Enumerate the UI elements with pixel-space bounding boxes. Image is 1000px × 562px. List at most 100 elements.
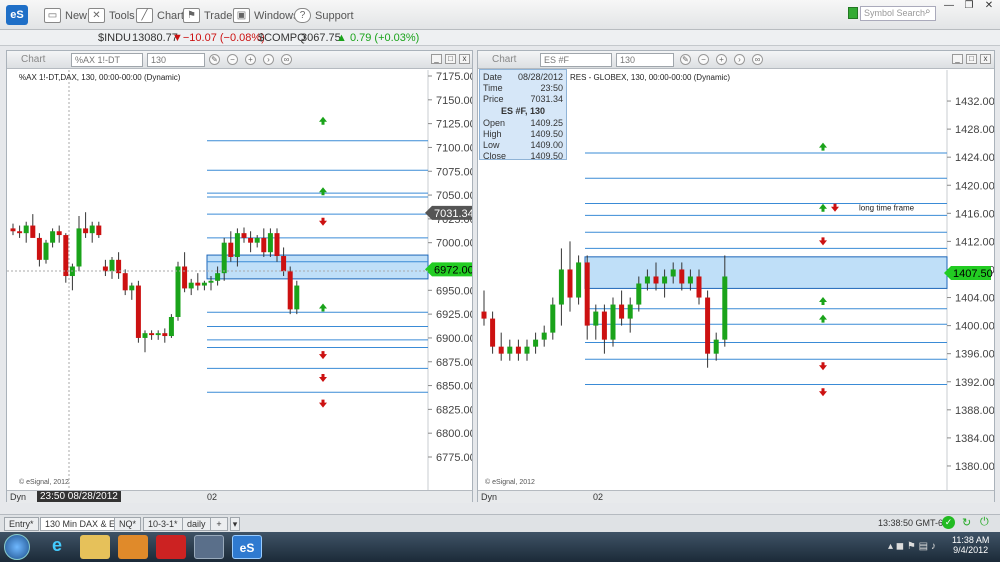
close-window-button[interactable]: ✕	[978, 0, 1000, 12]
y-tick-label: 6850.00	[436, 381, 472, 393]
interval-field[interactable]: 130	[147, 53, 205, 67]
ticker-indu-symbol[interactable]: $INDU	[98, 32, 131, 44]
y-tick-label: 1388.00	[955, 405, 994, 417]
search-icon[interactable]: ⌕	[925, 6, 931, 17]
arrow-right-icon[interactable]: ›	[734, 54, 745, 65]
chart-icon: ╱	[136, 8, 153, 23]
candle-down	[261, 237, 267, 253]
connection-status-icon[interactable]: ✓	[942, 516, 955, 529]
tray-icons[interactable]: ▴ ◼ ⚑ ▤ ♪	[888, 541, 936, 552]
candle-down	[96, 225, 102, 236]
chart-minimize-button[interactable]: _	[952, 54, 963, 64]
symbol-field[interactable]: ES #F	[540, 53, 612, 67]
chart-minimize-button[interactable]: _	[431, 54, 442, 64]
tab-10-3-1[interactable]: 10-3-1*	[143, 517, 183, 531]
candle-up	[50, 231, 56, 243]
windows-taskbar: e eS ▴ ◼ ⚑ ▤ ♪ 11:38 AM 9/4/2012	[0, 532, 1000, 562]
candle-down	[498, 346, 504, 354]
ticker-indu-change: ▼−10.07 (−0.08%)	[172, 32, 265, 44]
current-price-tag-text: 1407.50	[953, 268, 993, 280]
candle-down	[274, 233, 280, 257]
support-button[interactable]: ? Support	[294, 7, 354, 24]
candle-up	[76, 228, 82, 267]
ticker-compq-change: ▲ 0.79 (+0.03%)	[336, 32, 420, 44]
chart-close-button[interactable]: x	[459, 54, 470, 64]
chart-maximize-button[interactable]: □	[445, 54, 456, 64]
y-tick-label: 7150.00	[436, 95, 472, 107]
candle-down	[36, 237, 42, 260]
computer-icon[interactable]	[194, 535, 224, 559]
arrow-down-icon	[319, 399, 327, 408]
chart-header: Chart ES #F 130 ✎ − + › ∞ _ □ x	[478, 51, 994, 69]
y-tick-label: 6825.00	[436, 404, 472, 416]
system-clock[interactable]: 11:38 AM 9/4/2012	[952, 535, 989, 555]
annotation-text: long time frame	[859, 204, 915, 213]
refresh-icon[interactable]: ↻	[962, 516, 971, 529]
candle-up	[129, 285, 135, 291]
y-tick-label: 7100.00	[436, 142, 472, 154]
candle-up	[644, 276, 650, 284]
chart-window-dax[interactable]: Chart %AX 1!-DT 130 ✎ − + › ∞ _ □ x 7175…	[6, 50, 473, 503]
arrow-down-icon	[819, 388, 827, 397]
dyn-label[interactable]: Dyn	[481, 492, 497, 502]
dax-price-chart[interactable]: 7175.00 7150.00 7125.00 7100.00 7075.00 7050.…	[7, 70, 472, 490]
candle-down	[281, 256, 287, 272]
chart-button[interactable]: ╱ Chart	[136, 7, 184, 24]
pencil-icon[interactable]: ✎	[680, 54, 691, 65]
pencil-icon[interactable]: ✎	[209, 54, 220, 65]
minimize-window-button[interactable]: —	[938, 0, 960, 12]
candle-down	[135, 285, 141, 338]
info-close: Close 1409.50	[483, 151, 563, 161]
candle-up	[670, 269, 676, 277]
tab-nq[interactable]: NQ*	[114, 517, 142, 531]
y-tick-label: 6925.00	[436, 309, 472, 321]
restore-window-button[interactable]: ❐	[958, 0, 980, 12]
new-button[interactable]: ▭ New	[44, 7, 87, 24]
chart-close-button[interactable]: x	[980, 54, 991, 64]
zoom-in-icon[interactable]: +	[716, 54, 727, 65]
new-icon: ▭	[44, 8, 61, 23]
candle-up	[550, 304, 556, 333]
link-icon[interactable]: ∞	[281, 54, 292, 65]
start-button-icon[interactable]	[4, 534, 30, 560]
candle-down	[56, 231, 62, 236]
candle-up	[208, 280, 214, 283]
ticker-indu-last: 13080.77	[132, 32, 178, 44]
esignal-window: eS ▭ New ✕ Tools ╱ Chart ⚑ Trade ▣ Windows ? S…	[0, 0, 1000, 532]
link-icon[interactable]: ∞	[752, 54, 763, 65]
power-icon[interactable]: ⏻	[980, 516, 989, 529]
tabs-dropdown-icon[interactable]: ▾	[230, 517, 240, 531]
chart-maximize-button[interactable]: □	[966, 54, 977, 64]
candle-up	[610, 304, 616, 340]
trade-button[interactable]: ⚑ Trade	[183, 7, 232, 24]
tab-daily[interactable]: daily	[182, 517, 211, 531]
y-tick-label: 6900.00	[436, 333, 472, 345]
app-icon[interactable]	[156, 535, 186, 559]
candle-up	[168, 316, 174, 337]
chart-title: Chart	[21, 54, 46, 65]
ticker-compq-symbol[interactable]: $COMPQ	[258, 32, 306, 44]
dyn-label[interactable]: Dyn	[10, 492, 26, 502]
zoom-out-icon[interactable]: −	[698, 54, 709, 65]
interval-field[interactable]: 130	[616, 53, 674, 67]
zoom-out-icon[interactable]: −	[227, 54, 238, 65]
candle-down	[679, 269, 685, 284]
zoom-in-icon[interactable]: +	[245, 54, 256, 65]
info-date: Date 08/28/2012	[483, 72, 563, 82]
symbol-search-toggle[interactable]	[848, 7, 858, 19]
symbol-field[interactable]: %AX 1!-DT	[71, 53, 143, 67]
esignal-taskbar-icon[interactable]: eS	[232, 535, 262, 559]
internet-explorer-icon[interactable]: e	[42, 535, 72, 559]
add-tab-button[interactable]: +	[210, 517, 228, 531]
windows-button[interactable]: ▣ Windows	[233, 7, 299, 24]
candle-up	[267, 233, 273, 253]
arrow-right-icon[interactable]: ›	[263, 54, 274, 65]
candle-up	[23, 225, 29, 234]
y-tick-label: 1424.00	[955, 152, 994, 164]
tab-entry[interactable]: Entry*	[4, 517, 39, 531]
file-explorer-icon[interactable]	[80, 535, 110, 559]
candle-up	[234, 233, 240, 257]
tools-button[interactable]: ✕ Tools	[88, 7, 135, 24]
media-player-icon[interactable]	[118, 535, 148, 559]
ticker-compq-last: 3067.75	[301, 32, 341, 44]
